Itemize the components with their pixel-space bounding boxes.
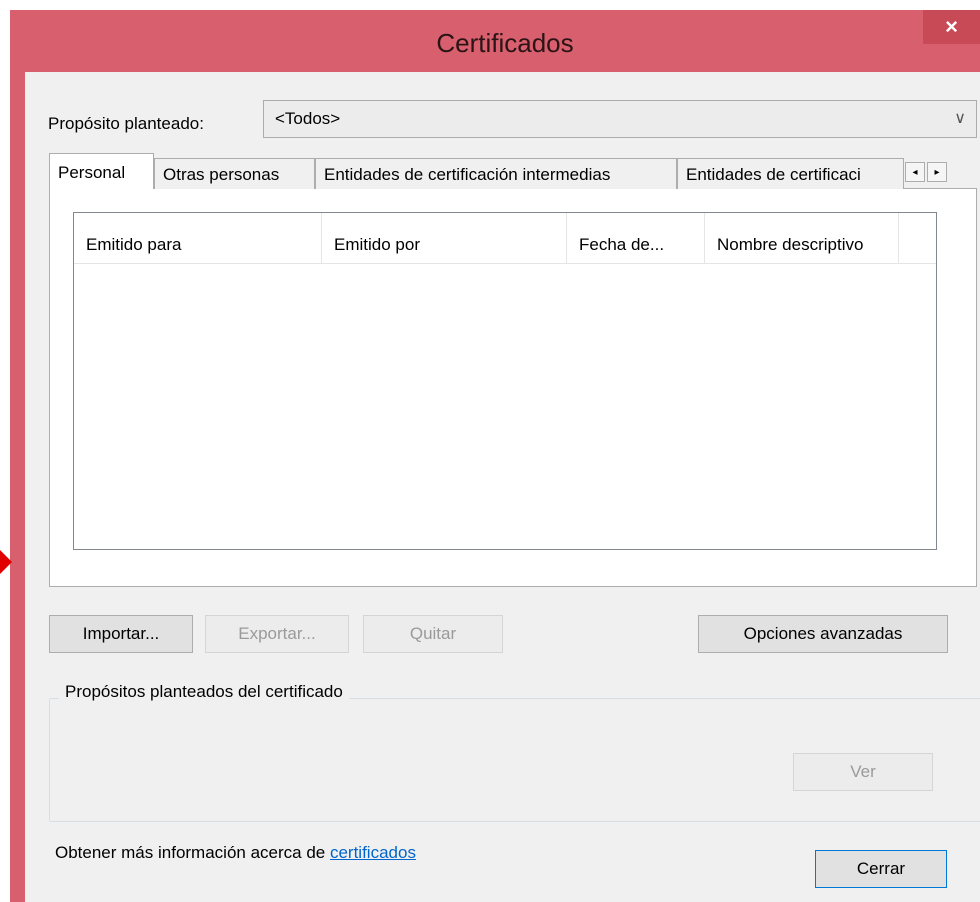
column-header-friendly-name[interactable]: Nombre descriptivo <box>705 213 899 263</box>
purposes-group-label: Propósitos planteados del certificado <box>59 682 349 702</box>
certificates-dialog: Certificados × Propósito planteado: <Tod… <box>10 10 980 902</box>
info-text-prefix: Obtener más información acerca de <box>55 843 330 862</box>
purpose-label: Propósito planteado: <box>48 114 204 133</box>
column-header-expiration[interactable]: Fecha de... <box>567 213 705 263</box>
header-divider <box>74 263 936 264</box>
close-icon[interactable]: × <box>923 10 980 44</box>
chevron-down-icon: ∨ <box>954 110 966 127</box>
dialog-body: Propósito planteado: <Todos> ∨ Personal … <box>25 72 980 902</box>
tab-intermediate-cas[interactable]: Entidades de certificación intermedias <box>315 158 677 189</box>
title-bar[interactable]: Certificados × <box>10 10 980 72</box>
tab-scroll-left-icon[interactable]: ◂ <box>905 162 925 182</box>
view-button[interactable]: Ver <box>793 753 933 791</box>
column-header-issued-by[interactable]: Emitido por <box>322 213 567 263</box>
tab-root-cas[interactable]: Entidades de certificaci <box>677 158 904 189</box>
purpose-dropdown[interactable]: <Todos> ∨ <box>263 100 977 138</box>
advanced-options-button[interactable]: Opciones avanzadas <box>698 615 948 653</box>
export-button[interactable]: Exportar... <box>205 615 349 653</box>
annotation-arrow-icon <box>0 550 12 574</box>
window-title: Certificados <box>436 28 574 58</box>
import-button[interactable]: Importar... <box>49 615 193 653</box>
purpose-value: <Todos> <box>275 109 341 128</box>
tab-scroll-right-icon[interactable]: ▸ <box>927 162 947 182</box>
close-button[interactable]: Cerrar <box>815 850 947 888</box>
column-header-issued-to[interactable]: Emitido para <box>74 213 322 263</box>
certificates-link[interactable]: certificados <box>330 843 416 862</box>
tab-other-people[interactable]: Otras personas <box>154 158 315 189</box>
remove-button[interactable]: Quitar <box>363 615 503 653</box>
info-text: Obtener más información acerca de certif… <box>55 843 416 863</box>
certificate-list[interactable]: Emitido para Emitido por Fecha de... Nom… <box>73 212 937 550</box>
tab-personal[interactable]: Personal <box>49 153 154 189</box>
